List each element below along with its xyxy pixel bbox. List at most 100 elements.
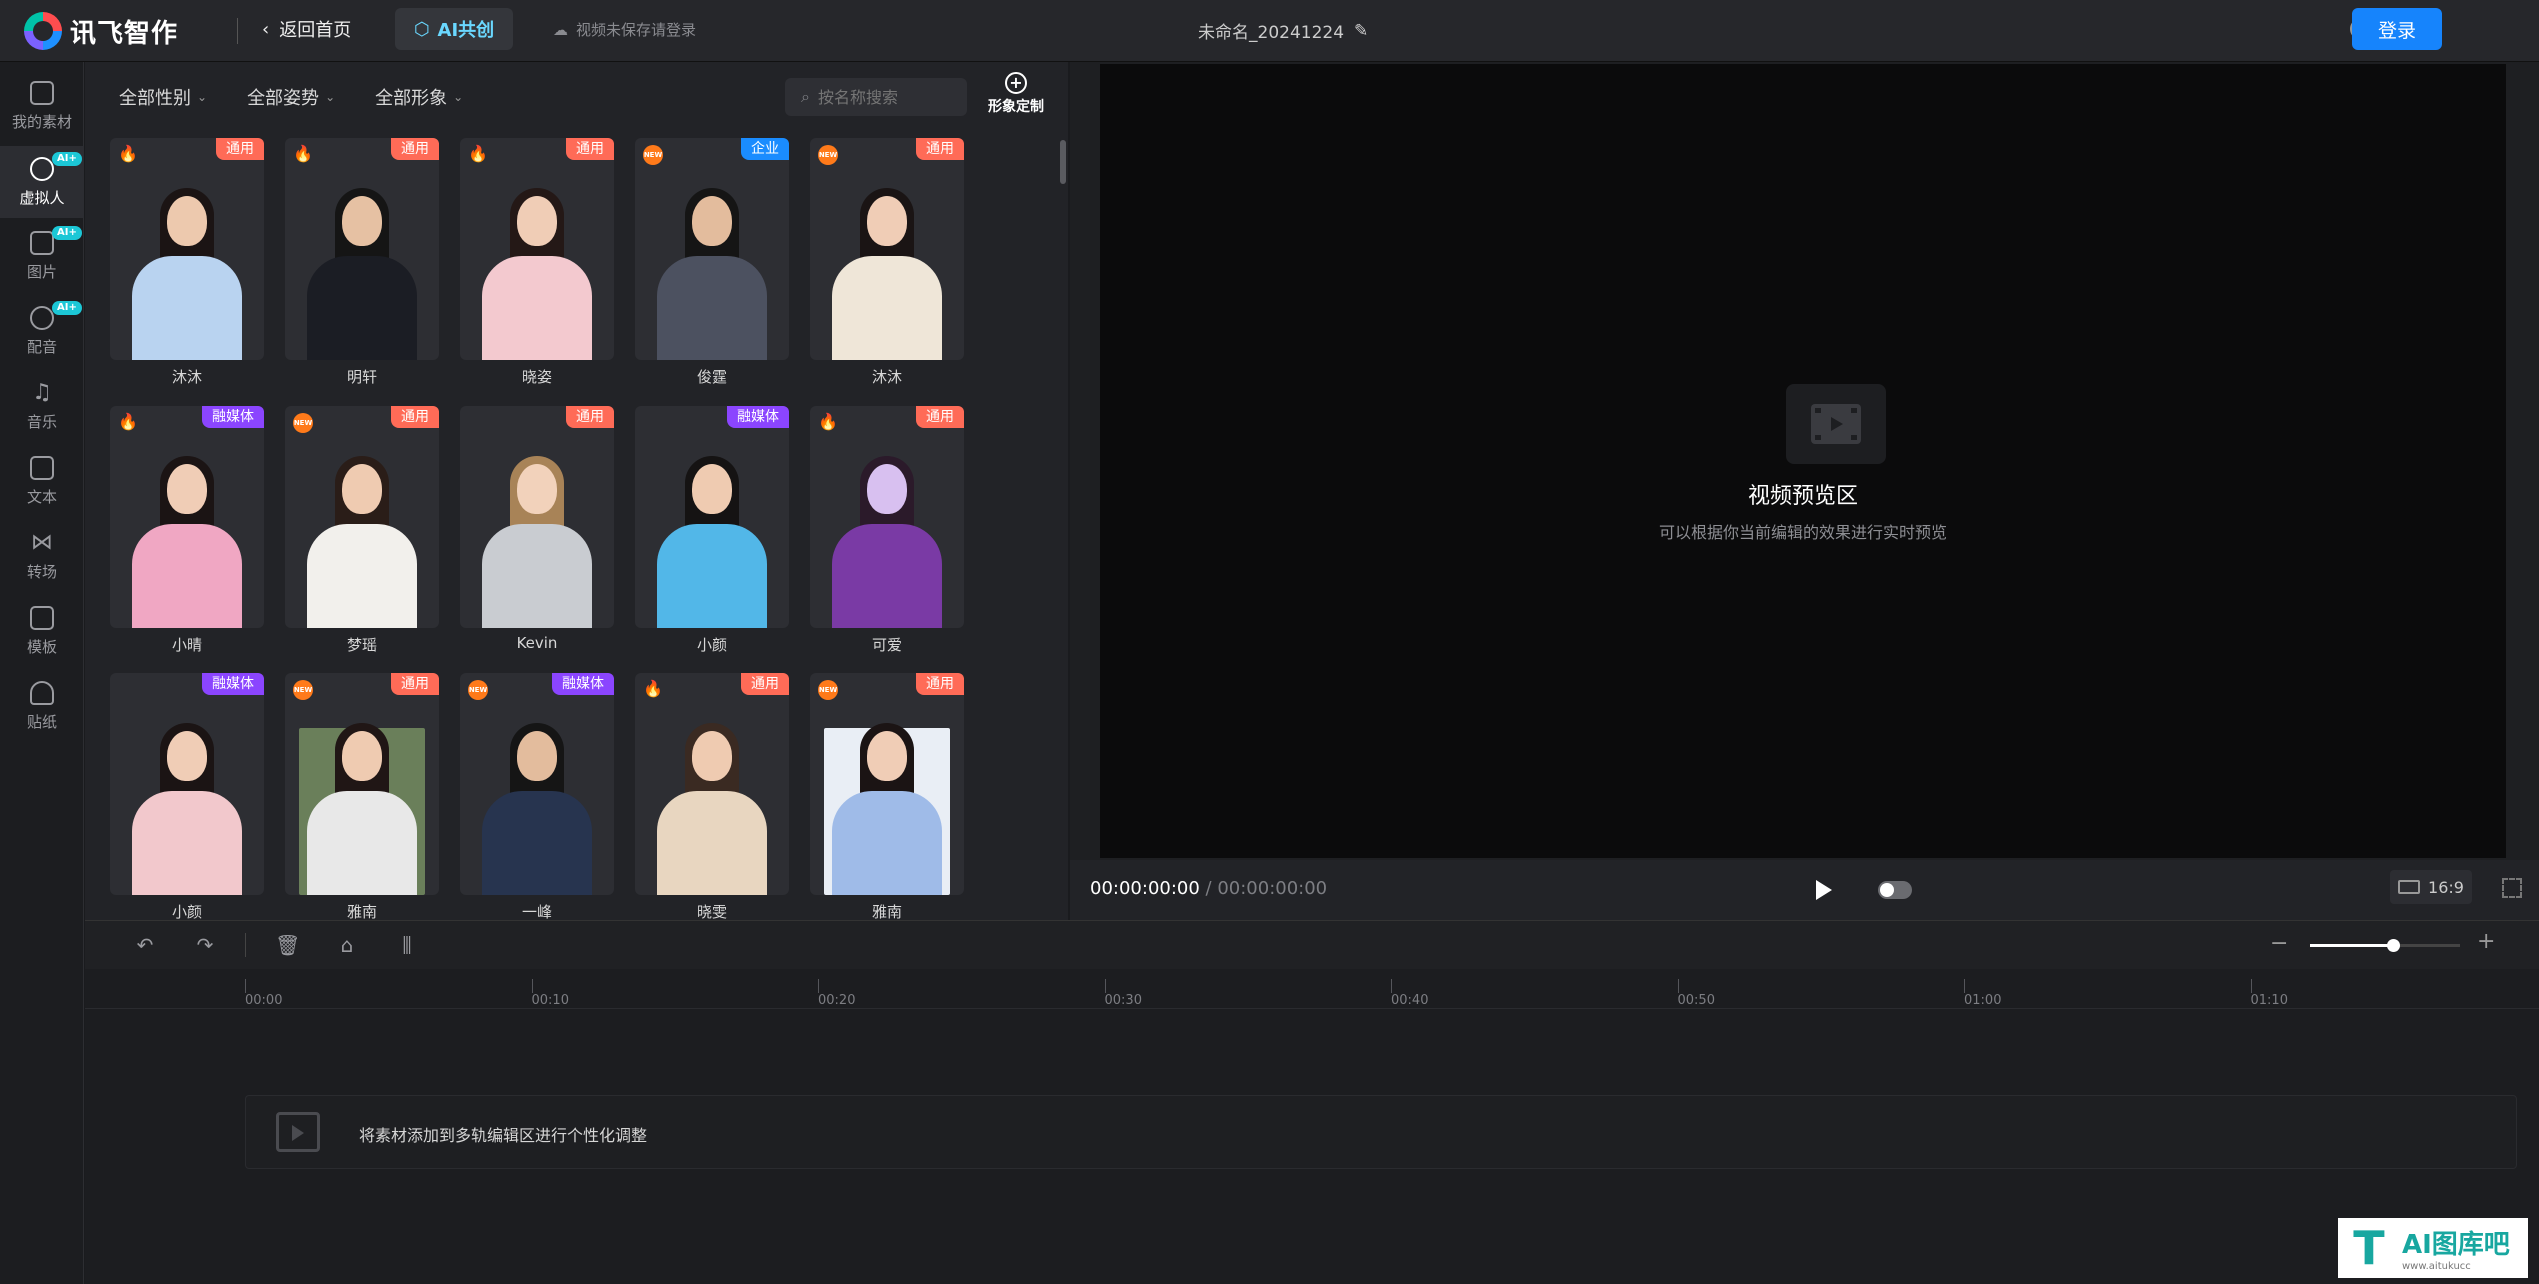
edit-icon[interactable]: ✎ (1354, 21, 1368, 41)
sticker-icon (30, 680, 54, 705)
ratio-icon (2398, 880, 2421, 894)
sidebar-item-label: 贴纸 (26, 712, 57, 731)
avatar-head (692, 196, 732, 246)
avatar-tag: 融媒体 (727, 406, 789, 428)
avatar-head (517, 464, 557, 514)
back-home-button[interactable]: ‹ 返回首页 (262, 16, 351, 42)
avatar-card[interactable]: 融媒体 (635, 406, 789, 628)
drop-hint: 将素材添加到多轨编辑区进行个性化调整 (359, 1126, 648, 1145)
avatar-head (867, 731, 907, 781)
aspect-ratio-label: 16:9 (2428, 877, 2464, 897)
filter-label: 全部性别 (119, 88, 191, 109)
avatar-body (307, 256, 417, 360)
logo[interactable]: 讯飞智作 (24, 12, 178, 50)
avatar-card[interactable]: 通用 NEW (810, 138, 964, 360)
scrollbar[interactable] (1060, 140, 1066, 184)
avatar-card[interactable]: 融媒体 (110, 673, 264, 895)
avatar-card[interactable]: 通用 🔥 (635, 673, 789, 895)
avatar-figure (482, 182, 592, 360)
image-icon (30, 230, 54, 255)
fullscreen-icon[interactable] (2502, 878, 2522, 898)
avatar-name: 沐沐 (871, 368, 902, 386)
custom-avatar-button[interactable]: + 形象定制 (981, 72, 1051, 116)
avatar-card[interactable]: 通用 🔥 (285, 138, 439, 360)
filter-image[interactable]: 全部形象 ⌄ (375, 84, 463, 110)
avatar-body (132, 791, 242, 895)
avatar-figure (132, 450, 242, 628)
avatar-body (307, 524, 417, 628)
avatar-tag: 融媒体 (552, 673, 614, 695)
new-icon: NEW (818, 680, 838, 700)
current-time: 00:00:00:00 (1090, 878, 1200, 899)
aspect-ratio-button[interactable]: 16:9 (2390, 870, 2472, 904)
ai-cocreate-button[interactable]: ⬡ AI共创 (395, 8, 513, 50)
basket-icon[interactable]: ⌂ (335, 933, 359, 957)
save-hint-text: 视频未保存请登录 (576, 21, 697, 39)
document-title[interactable]: 未命名_20241224 ✎ (1198, 18, 1368, 44)
sidebar-item-template[interactable]: 模板 (0, 595, 84, 667)
avatar-name: 雅南 (346, 903, 377, 921)
sidebar-item-avatar[interactable]: 虚拟人 AI+ (0, 146, 84, 218)
avatar-name: 晓雯 (696, 903, 727, 921)
avatar-tag: 企业 (741, 138, 789, 160)
track-drop-zone[interactable]: 将素材添加到多轨编辑区进行个性化调整 (245, 1095, 2517, 1169)
zoom-out-icon[interactable]: − (2270, 931, 2288, 956)
zoom-in-icon[interactable]: + (2477, 929, 2495, 954)
sidebar-item-materials[interactable]: 我的素材 (0, 70, 84, 142)
save-hint[interactable]: ☁ 视频未保存请登录 (553, 19, 696, 40)
filter-label: 全部姿势 (247, 88, 320, 109)
sidebar-item-transition[interactable]: ⋈ 转场 (0, 520, 84, 592)
custom-avatar-label: 形象定制 (988, 99, 1044, 115)
avatar-card[interactable]: 企业 NEW (635, 138, 789, 360)
sidebar-item-sticker[interactable]: 贴纸 (0, 670, 84, 742)
ai-icon: ⬡ (413, 18, 430, 40)
sidebar-item-voice[interactable]: 配音 AI+ (0, 295, 84, 367)
ruler-tick-label: 00:30 (1104, 993, 1142, 1008)
avatar-body (832, 256, 942, 360)
sidebar-item-label: 文本 (26, 487, 57, 506)
undo-icon[interactable]: ↶ (133, 933, 157, 957)
avatar-head (517, 196, 557, 246)
split-icon[interactable]: ⫼ (395, 933, 419, 957)
zoom-thumb[interactable] (2386, 939, 2400, 952)
filter-gender[interactable]: 全部性别 ⌄ (119, 84, 207, 110)
avatar-card[interactable]: 通用 (460, 406, 614, 628)
avatar-figure (832, 450, 942, 628)
ruler-tick (1391, 979, 1392, 993)
login-button[interactable]: 登录 (2352, 8, 2442, 50)
avatar-card[interactable]: 通用 NEW (285, 673, 439, 895)
watermark: T AI图库吧 www.aitukucc (2338, 1218, 2528, 1278)
avatar-name: 小晴 (171, 636, 202, 654)
filter-pose[interactable]: 全部姿势 ⌄ (247, 84, 335, 110)
sidebar-item-music[interactable]: ♫ 音乐 (0, 370, 84, 442)
sidebar-item-label: 模板 (26, 637, 57, 656)
search-input[interactable] (817, 87, 948, 107)
play-icon[interactable] (1816, 880, 1832, 900)
avatar-tag: 通用 (566, 138, 614, 160)
avatar-card[interactable]: 通用 🔥 (460, 138, 614, 360)
zoom-slider[interactable] (2310, 939, 2460, 952)
player-controls: 00:00:00:00 / 00:00:00:00 16:9 (1070, 860, 2539, 920)
search-box[interactable]: ⌕ (785, 78, 967, 116)
ai-badge: AI+ (52, 152, 82, 166)
avatar-card[interactable]: 通用 🔥 (110, 138, 264, 360)
avatar-card[interactable]: 通用 NEW (810, 673, 964, 895)
avatar-card[interactable]: 融媒体 NEW (460, 673, 614, 895)
avatar-figure (132, 717, 242, 895)
sidebar-item-image[interactable]: 图片 AI+ (0, 220, 84, 292)
delete-icon[interactable]: 🗑 (275, 933, 300, 957)
loop-toggle[interactable] (1878, 881, 1912, 899)
redo-icon[interactable]: ↷ (193, 933, 217, 957)
preview-title: 视频预览区 (1747, 484, 1858, 509)
avatar-head (342, 464, 382, 514)
avatar-name: 梦瑶 (346, 636, 377, 654)
avatar-card[interactable]: 通用 NEW (285, 406, 439, 628)
time-ruler[interactable]: 00:00 00:10 00:20 00:30 00:40 00:50 01:00 01:10 (85, 969, 2539, 1009)
avatar-card[interactable]: 融媒体 🔥 (110, 406, 264, 628)
avatar-card[interactable]: 通用 🔥 (810, 406, 964, 628)
preview-area: 视频预览区 可以根据你当前编辑的效果进行实时预览 00:00:00:00 / 0… (1070, 62, 2539, 920)
avatar-name: 小颜 (696, 636, 727, 654)
avatar-head (692, 731, 732, 781)
sidebar-item-label: 配音 (26, 337, 57, 356)
sidebar-item-text[interactable]: 文本 (0, 445, 84, 517)
